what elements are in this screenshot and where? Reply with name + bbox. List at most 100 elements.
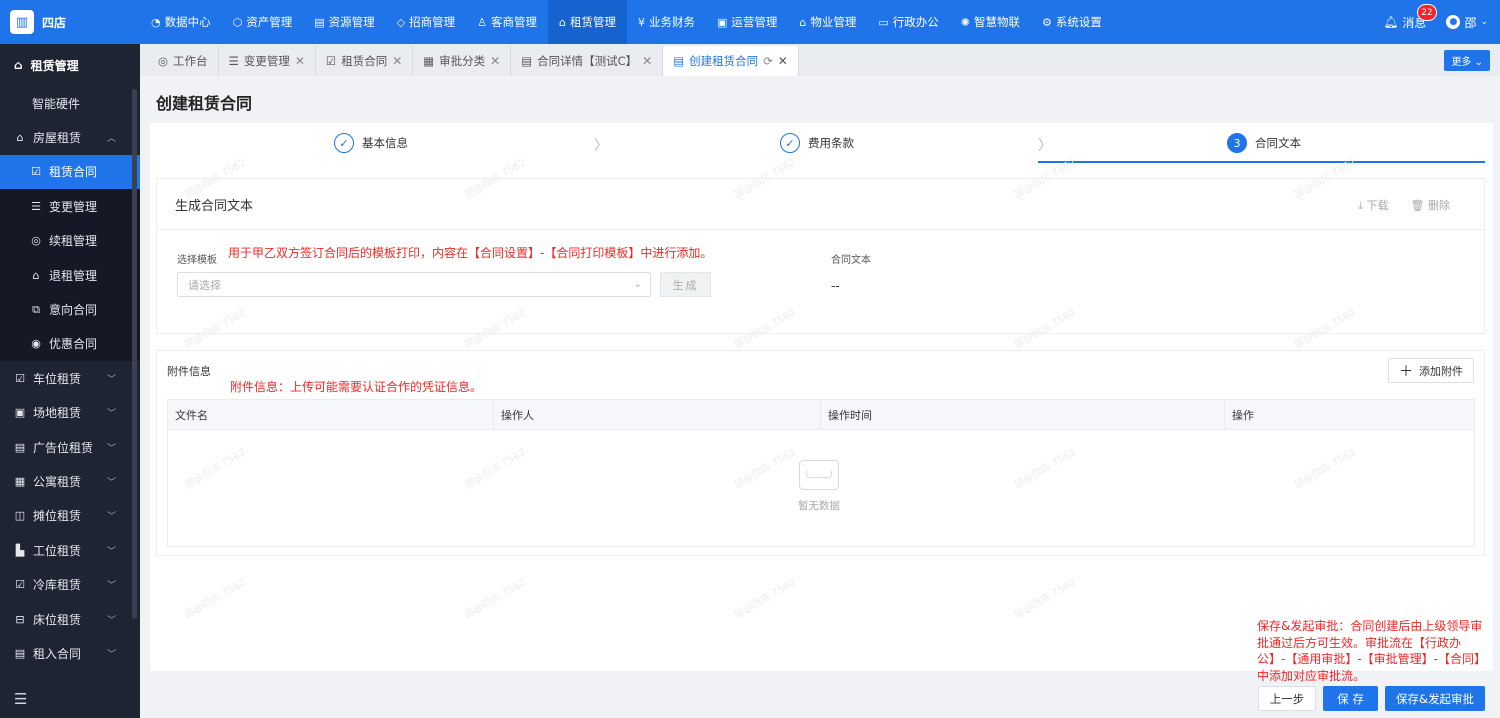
sidebar-item[interactable]: ◉ 优惠合同 bbox=[0, 326, 140, 362]
sidebar-item[interactable]: ▣ 场地租赁 ﹀ bbox=[0, 396, 140, 430]
step-label: 合同文本 bbox=[1255, 136, 1301, 150]
tab[interactable]: ☰ 变更管理 ✕ bbox=[219, 46, 316, 76]
sidebar-item[interactable]: ▙ 工位租赁 ﹀ bbox=[0, 533, 140, 567]
nav-icon: ◇ bbox=[396, 15, 406, 29]
tab-icon: ▤ bbox=[673, 54, 685, 68]
sidebar-header[interactable]: ⌂ 租赁管理 bbox=[0, 44, 140, 86]
topnav-item[interactable]: ▣ 运营管理 bbox=[706, 0, 788, 44]
collapse-menu-icon[interactable]: ☰ bbox=[14, 690, 27, 708]
download-button[interactable]: ⤓ 下载 bbox=[1358, 197, 1388, 213]
sidebar-item[interactable]: ☑ 租赁合同 bbox=[0, 154, 140, 190]
add-attachment-button[interactable]: ＋ 添加附件 bbox=[1388, 358, 1474, 383]
sidebar-scrollbar[interactable] bbox=[132, 89, 137, 619]
sidebar-item[interactable]: ◫ 摊位租赁 ﹀ bbox=[0, 499, 140, 533]
download-icon: ⤓ bbox=[1358, 199, 1364, 212]
chevron-down-icon: ﹀ bbox=[106, 409, 116, 420]
save-button[interactable]: 保 存 bbox=[1323, 686, 1378, 711]
select-placeholder: 请选择 bbox=[188, 278, 221, 292]
sidebar-item[interactable]: ▤ 租入合同 ﹀ bbox=[0, 636, 140, 670]
tab[interactable]: ▤ 合同详情【测试C】 ✕ bbox=[511, 46, 664, 76]
sidebar-item[interactable]: ▤ 广告位租赁 ﹀ bbox=[0, 430, 140, 464]
sidebar-item[interactable]: ☰ 变更管理 bbox=[0, 189, 140, 224]
close-icon[interactable]: ✕ bbox=[490, 54, 500, 68]
topnav-item[interactable]: ⬡ 资产管理 bbox=[222, 0, 304, 44]
close-icon[interactable]: ✕ bbox=[778, 54, 788, 68]
topnav-item[interactable]: ¥ 业务财务 bbox=[627, 0, 706, 44]
tab[interactable]: ▦ 审批分类 ✕ bbox=[413, 46, 512, 76]
topnav-item[interactable]: ◔ 数据中心 bbox=[140, 0, 222, 44]
tab-label: 审批分类 bbox=[439, 54, 486, 68]
step-contract-text[interactable]: 3 合同文本 bbox=[1227, 133, 1301, 153]
app-logo[interactable]: ▥ 四店 bbox=[0, 0, 140, 44]
generate-button[interactable]: 生成 bbox=[660, 272, 711, 297]
tab-label: 工作台 bbox=[173, 54, 208, 68]
topnav-item[interactable]: ▤ 资源管理 bbox=[303, 0, 385, 44]
sidebar-item-label: 广告位租赁 bbox=[33, 440, 94, 455]
more-tabs-button[interactable]: 更多 ⌄ bbox=[1444, 50, 1490, 71]
topnav-item[interactable]: ✺ 智慧物联 bbox=[950, 0, 1031, 44]
check-icon: ✓ bbox=[780, 133, 800, 153]
step-label: 费用条款 bbox=[808, 136, 854, 150]
sidebar-item[interactable]: ☑ 冷库租赁 ﹀ bbox=[0, 567, 140, 601]
nav-icon: ⬡ bbox=[232, 15, 243, 29]
menu-icon: ⊟ bbox=[15, 612, 25, 626]
sidebar-item[interactable]: ⌂ 退租管理 bbox=[0, 257, 140, 293]
sidebar-item[interactable]: ▦ 公寓租赁 ﹀ bbox=[0, 464, 140, 498]
nav-icon: ✺ bbox=[960, 15, 970, 29]
menu-icon: ▦ bbox=[14, 474, 26, 488]
nav-label: 行政办公 bbox=[892, 15, 939, 29]
template-select[interactable]: 请选择 ⌄ bbox=[177, 272, 651, 297]
chevron-down-icon: ﹀ bbox=[106, 546, 116, 557]
check-icon: ✓ bbox=[334, 133, 354, 153]
sidebar-item-label: 房屋租赁 bbox=[33, 131, 82, 146]
step-fee-terms[interactable]: ✓ 费用条款 bbox=[780, 133, 854, 153]
user-menu[interactable]: ● 邵 ⌄ bbox=[1446, 14, 1488, 31]
close-icon[interactable]: ✕ bbox=[295, 54, 305, 68]
tab-label: 合同详情【测试C】 bbox=[537, 54, 638, 68]
nav-icon: ⌂ bbox=[799, 15, 807, 29]
active-step-underline bbox=[1038, 161, 1485, 163]
attachment-section: 附件信息 附件信息：上传可能需要认证合作的凭证信息。 ＋ 添加附件 文件名 操作… bbox=[156, 350, 1485, 556]
chevron-down-icon: ⌄ bbox=[633, 279, 642, 290]
tab-icon: ☑ bbox=[325, 54, 337, 68]
sidebar-item[interactable]: ⌂ 房屋租赁 ︿ bbox=[0, 120, 140, 154]
chevron-right-icon: 〉 bbox=[1038, 138, 1052, 154]
menu-icon: ⌂ bbox=[16, 131, 24, 145]
nav-label: 数据中心 bbox=[164, 15, 211, 29]
topnav-item[interactable]: ⌂ 物业管理 bbox=[788, 0, 867, 44]
delete-label: 删除 bbox=[1428, 199, 1450, 212]
tab-icon: ◎ bbox=[158, 54, 169, 68]
sidebar-item-label: 优惠合同 bbox=[49, 337, 98, 352]
messages-button[interactable]: 🔔︎ 消息 22 bbox=[1383, 3, 1437, 31]
empty-state: 暂无数据 bbox=[798, 460, 840, 513]
tab[interactable]: ◎ 工作台 bbox=[148, 46, 219, 76]
sidebar-item-label: 变更管理 bbox=[49, 199, 98, 214]
sidebar-item[interactable]: ◎ 续租管理 bbox=[0, 223, 140, 258]
tab[interactable]: ▤ 创建租赁合同 ⟳ ✕ bbox=[663, 46, 799, 76]
tab-label: 变更管理 bbox=[243, 54, 290, 68]
step-basic-info[interactable]: ✓ 基本信息 bbox=[334, 133, 408, 153]
tab-icon: ☰ bbox=[228, 54, 239, 68]
trash-icon: 🗑︎ bbox=[1410, 199, 1425, 212]
close-icon[interactable]: ✕ bbox=[642, 54, 652, 68]
topnav-item[interactable]: ▭ 行政办公 bbox=[867, 0, 949, 44]
sidebar-item[interactable]: ⧉ 意向合同 bbox=[0, 292, 140, 327]
messages-badge: 22 bbox=[1417, 3, 1437, 21]
sidebar-item[interactable]: ⊟ 床位租赁 ﹀ bbox=[0, 602, 140, 636]
nav-icon: ▤ bbox=[314, 15, 325, 29]
prev-step-button[interactable]: 上一步 bbox=[1258, 686, 1316, 711]
save-and-submit-button[interactable]: 保存&发起审批 bbox=[1385, 686, 1485, 711]
menu-icon: ☑ bbox=[15, 371, 25, 385]
topnav-item[interactable]: ⚙ 系统设置 bbox=[1031, 0, 1113, 44]
delete-button[interactable]: 🗑︎ 删除 bbox=[1411, 197, 1450, 213]
tab[interactable]: ☑ 租赁合同 ✕ bbox=[316, 46, 414, 76]
refresh-icon[interactable]: ⟳ bbox=[763, 54, 773, 68]
sidebar-item[interactable]: ☑ 车位租赁 ﹀ bbox=[0, 361, 140, 395]
topnav-item[interactable]: ◇ 招商管理 bbox=[386, 0, 466, 44]
nav-label: 资产管理 bbox=[246, 15, 293, 29]
sidebar-item[interactable]: 智能硬件 bbox=[0, 86, 140, 120]
topnav-item[interactable]: ⌂ 租赁管理 bbox=[547, 0, 627, 44]
close-icon[interactable]: ✕ bbox=[392, 54, 402, 68]
chevron-right-icon: 〉 bbox=[594, 138, 608, 154]
topnav-item[interactable]: ♙ 客商管理 bbox=[466, 0, 548, 44]
